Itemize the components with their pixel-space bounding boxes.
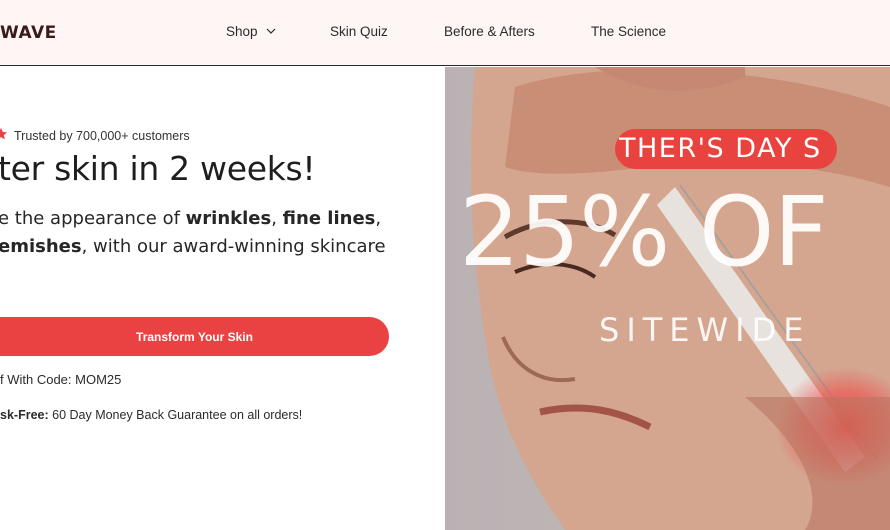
- nav-the-science[interactable]: The Science: [591, 23, 666, 41]
- sub-bold-fine-lines: fine lines: [282, 208, 376, 229]
- discount-headline: 25% OF: [459, 176, 829, 288]
- headline: ter skin in 2 weeks!: [0, 149, 316, 188]
- sub-bold-wrinkles: wrinkles: [185, 208, 272, 229]
- sub-bold-blemishes: emishes: [0, 236, 82, 257]
- sitewide-text: SITEWIDE: [599, 311, 811, 349]
- sub-text-1: e the appearance of: [0, 208, 186, 229]
- promo-hero-image[interactable]: THER'S DAY S 25% OF SITEWIDE: [445, 67, 890, 530]
- nav-shop[interactable]: Shop: [226, 23, 276, 41]
- guarantee-body: 60 Day Money Back Guarantee on all order…: [48, 408, 303, 422]
- brand-logo[interactable]: WAVE: [0, 22, 57, 44]
- star-icon: [0, 127, 8, 140]
- chevron-down-icon: [266, 29, 276, 35]
- promo-pill: THER'S DAY S: [615, 129, 837, 169]
- trust-text: Trusted by 700,000+ customers: [14, 129, 190, 143]
- nav-skin-quiz[interactable]: Skin Quiz: [330, 23, 388, 41]
- guarantee-text: sk-Free: 60 Day Money Back Guarantee on …: [0, 407, 302, 423]
- top-navigation: WAVE Shop Skin Quiz Before & Afters The …: [0, 0, 890, 66]
- transform-your-skin-button[interactable]: Transform Your Skin: [0, 317, 389, 356]
- sub-text-3: ,: [375, 208, 382, 229]
- nav-shop-label: Shop: [226, 24, 258, 39]
- nav-before-afters[interactable]: Before & Afters: [444, 23, 535, 41]
- sub-text-4: , with our award-winning skincare: [81, 236, 386, 257]
- sub-text-2: ,: [271, 208, 283, 229]
- guarantee-bold: sk-Free:: [0, 408, 49, 422]
- subheadline: e the appearance of wrinkles, fine lines…: [0, 205, 445, 261]
- discount-code-text: f With Code: MOM25: [0, 372, 122, 387]
- hero-left-panel: Trusted by 700,000+ customers ter skin i…: [0, 67, 445, 530]
